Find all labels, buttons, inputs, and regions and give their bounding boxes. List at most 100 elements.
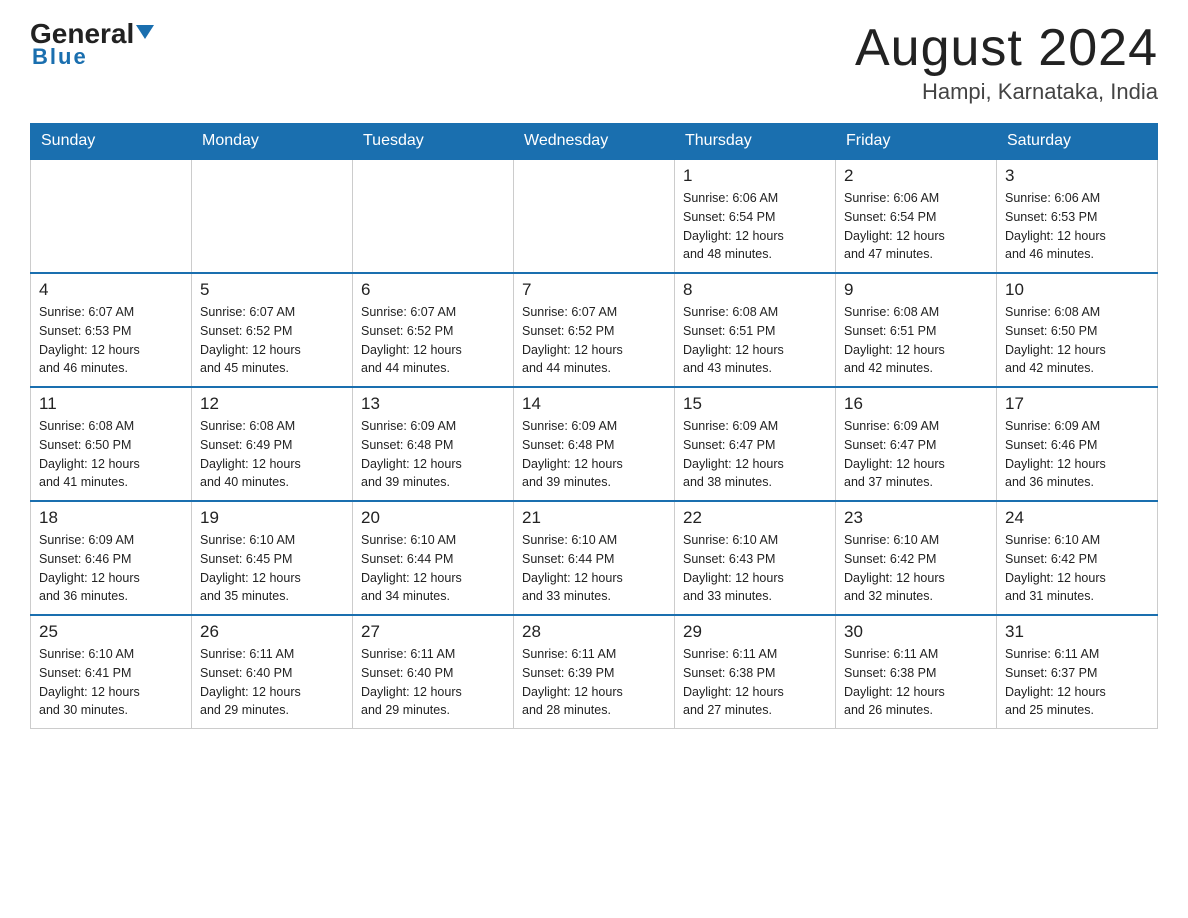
day-info: Sunrise: 6:06 AM Sunset: 6:53 PM Dayligh… — [1005, 189, 1149, 264]
day-info: Sunrise: 6:09 AM Sunset: 6:48 PM Dayligh… — [361, 417, 505, 492]
calendar-cell: 20Sunrise: 6:10 AM Sunset: 6:44 PM Dayli… — [353, 501, 514, 615]
day-number: 24 — [1005, 508, 1149, 528]
calendar-cell: 3 Sunrise: 6:06 AM Sunset: 6:53 PM Daylig… — [997, 159, 1158, 273]
calendar-cell: 29 Sunrise: 6:11 AM Sunset: 6:38 PM Dayli… — [675, 615, 836, 729]
calendar-cell: 25 Sunrise: 6:10 AM Sunset: 6:41 PM Dayli… — [31, 615, 192, 729]
day-info: Sunrise: 6:11 AM Sunset: 6:38 PM Dayligh… — [683, 645, 827, 720]
days-of-week-row: SundayMondayTuesdayWednesdayThursdayFrid… — [31, 124, 1158, 160]
logo-blue-subtext: Blue — [30, 44, 88, 70]
day-info: Sunrise: 6:08 AM Sunset: 6:51 PM Dayligh… — [844, 303, 988, 378]
calendar-week-row: 25 Sunrise: 6:10 AM Sunset: 6:41 PM Dayli… — [31, 615, 1158, 729]
calendar-week-row: 1Sunrise: 6:06 AM Sunset: 6:54 PM Daylig… — [31, 159, 1158, 273]
calendar-cell: 15 Sunrise: 6:09 AM Sunset: 6:47 PM Dayli… — [675, 387, 836, 501]
calendar-week-row: 4 Sunrise: 6:07 AM Sunset: 6:53 PM Daylig… — [31, 273, 1158, 387]
day-of-week-header: Thursday — [675, 124, 836, 160]
calendar-cell: 2 Sunrise: 6:06 AM Sunset: 6:54 PM Daylig… — [836, 159, 997, 273]
day-number: 5 — [200, 280, 344, 300]
calendar-cell: 14 Sunrise: 6:09 AM Sunset: 6:48 PM Dayli… — [514, 387, 675, 501]
calendar-week-row: 11Sunrise: 6:08 AM Sunset: 6:50 PM Dayli… — [31, 387, 1158, 501]
calendar-cell: 30 Sunrise: 6:11 AM Sunset: 6:38 PM Dayli… — [836, 615, 997, 729]
calendar-cell: 8 Sunrise: 6:08 AM Sunset: 6:51 PM Daylig… — [675, 273, 836, 387]
calendar-cell: 4 Sunrise: 6:07 AM Sunset: 6:53 PM Daylig… — [31, 273, 192, 387]
calendar-cell: 7 Sunrise: 6:07 AM Sunset: 6:52 PM Daylig… — [514, 273, 675, 387]
day-of-week-header: Monday — [192, 124, 353, 160]
logo-triangle-icon — [136, 25, 154, 39]
calendar-cell: 13 Sunrise: 6:09 AM Sunset: 6:48 PM Dayli… — [353, 387, 514, 501]
day-info: Sunrise: 6:08 AM Sunset: 6:49 PM Dayligh… — [200, 417, 344, 492]
day-info: Sunrise: 6:07 AM Sunset: 6:53 PM Dayligh… — [39, 303, 183, 378]
day-number: 14 — [522, 394, 666, 414]
day-number: 10 — [1005, 280, 1149, 300]
location: Hampi, Karnataka, India — [855, 79, 1158, 105]
calendar-cell — [514, 159, 675, 273]
day-info: Sunrise: 6:10 AM Sunset: 6:42 PM Dayligh… — [844, 531, 988, 606]
calendar-cell: 27 Sunrise: 6:11 AM Sunset: 6:40 PM Dayli… — [353, 615, 514, 729]
calendar-cell: 28 Sunrise: 6:11 AM Sunset: 6:39 PM Dayli… — [514, 615, 675, 729]
day-number: 7 — [522, 280, 666, 300]
day-info: Sunrise: 6:07 AM Sunset: 6:52 PM Dayligh… — [522, 303, 666, 378]
day-number: 31 — [1005, 622, 1149, 642]
logo: General Blue — [30, 20, 154, 70]
day-info: Sunrise: 6:08 AM Sunset: 6:50 PM Dayligh… — [1005, 303, 1149, 378]
day-number: 16 — [844, 394, 988, 414]
day-info: Sunrise: 6:10 AM Sunset: 6:42 PM Dayligh… — [1005, 531, 1149, 606]
day-info: Sunrise: 6:11 AM Sunset: 6:40 PM Dayligh… — [361, 645, 505, 720]
day-of-week-header: Wednesday — [514, 124, 675, 160]
calendar-cell: 5 Sunrise: 6:07 AM Sunset: 6:52 PM Daylig… — [192, 273, 353, 387]
day-number: 19 — [200, 508, 344, 528]
day-number: 2 — [844, 166, 988, 186]
day-number: 23 — [844, 508, 988, 528]
day-info: Sunrise: 6:09 AM Sunset: 6:46 PM Dayligh… — [39, 531, 183, 606]
calendar-cell: 22Sunrise: 6:10 AM Sunset: 6:43 PM Dayli… — [675, 501, 836, 615]
title-area: August 2024 Hampi, Karnataka, India — [855, 20, 1158, 105]
day-number: 6 — [361, 280, 505, 300]
day-number: 4 — [39, 280, 183, 300]
day-info: Sunrise: 6:09 AM Sunset: 6:48 PM Dayligh… — [522, 417, 666, 492]
day-info: Sunrise: 6:10 AM Sunset: 6:45 PM Dayligh… — [200, 531, 344, 606]
calendar-header: SundayMondayTuesdayWednesdayThursdayFrid… — [31, 124, 1158, 160]
day-info: Sunrise: 6:06 AM Sunset: 6:54 PM Dayligh… — [844, 189, 988, 264]
day-number: 28 — [522, 622, 666, 642]
day-number: 29 — [683, 622, 827, 642]
calendar-cell: 31 Sunrise: 6:11 AM Sunset: 6:37 PM Dayli… — [997, 615, 1158, 729]
calendar-week-row: 18 Sunrise: 6:09 AM Sunset: 6:46 PM Dayli… — [31, 501, 1158, 615]
day-info: Sunrise: 6:11 AM Sunset: 6:39 PM Dayligh… — [522, 645, 666, 720]
calendar-cell: 17Sunrise: 6:09 AM Sunset: 6:46 PM Dayli… — [997, 387, 1158, 501]
day-number: 30 — [844, 622, 988, 642]
calendar-cell: 1Sunrise: 6:06 AM Sunset: 6:54 PM Daylig… — [675, 159, 836, 273]
day-info: Sunrise: 6:07 AM Sunset: 6:52 PM Dayligh… — [200, 303, 344, 378]
day-number: 18 — [39, 508, 183, 528]
day-info: Sunrise: 6:09 AM Sunset: 6:47 PM Dayligh… — [683, 417, 827, 492]
day-number: 12 — [200, 394, 344, 414]
day-info: Sunrise: 6:08 AM Sunset: 6:51 PM Dayligh… — [683, 303, 827, 378]
day-info: Sunrise: 6:07 AM Sunset: 6:52 PM Dayligh… — [361, 303, 505, 378]
day-number: 22 — [683, 508, 827, 528]
day-number: 15 — [683, 394, 827, 414]
day-info: Sunrise: 6:10 AM Sunset: 6:41 PM Dayligh… — [39, 645, 183, 720]
day-info: Sunrise: 6:06 AM Sunset: 6:54 PM Dayligh… — [683, 189, 827, 264]
calendar-cell: 18 Sunrise: 6:09 AM Sunset: 6:46 PM Dayli… — [31, 501, 192, 615]
day-info: Sunrise: 6:09 AM Sunset: 6:46 PM Dayligh… — [1005, 417, 1149, 492]
calendar-cell — [192, 159, 353, 273]
day-number: 9 — [844, 280, 988, 300]
day-number: 8 — [683, 280, 827, 300]
day-info: Sunrise: 6:10 AM Sunset: 6:44 PM Dayligh… — [522, 531, 666, 606]
day-info: Sunrise: 6:11 AM Sunset: 6:37 PM Dayligh… — [1005, 645, 1149, 720]
day-info: Sunrise: 6:11 AM Sunset: 6:40 PM Dayligh… — [200, 645, 344, 720]
calendar-cell: 21Sunrise: 6:10 AM Sunset: 6:44 PM Dayli… — [514, 501, 675, 615]
day-of-week-header: Sunday — [31, 124, 192, 160]
day-info: Sunrise: 6:11 AM Sunset: 6:38 PM Dayligh… — [844, 645, 988, 720]
day-number: 11 — [39, 394, 183, 414]
day-number: 20 — [361, 508, 505, 528]
day-of-week-header: Friday — [836, 124, 997, 160]
calendar-cell: 23 Sunrise: 6:10 AM Sunset: 6:42 PM Dayli… — [836, 501, 997, 615]
day-number: 3 — [1005, 166, 1149, 186]
calendar-body: 1Sunrise: 6:06 AM Sunset: 6:54 PM Daylig… — [31, 159, 1158, 729]
calendar-cell — [353, 159, 514, 273]
day-number: 13 — [361, 394, 505, 414]
day-number: 27 — [361, 622, 505, 642]
day-number: 25 — [39, 622, 183, 642]
calendar-cell: 10 Sunrise: 6:08 AM Sunset: 6:50 PM Dayli… — [997, 273, 1158, 387]
calendar-cell: 24 Sunrise: 6:10 AM Sunset: 6:42 PM Dayli… — [997, 501, 1158, 615]
page-header: General Blue August 2024 Hampi, Karnatak… — [30, 20, 1158, 105]
